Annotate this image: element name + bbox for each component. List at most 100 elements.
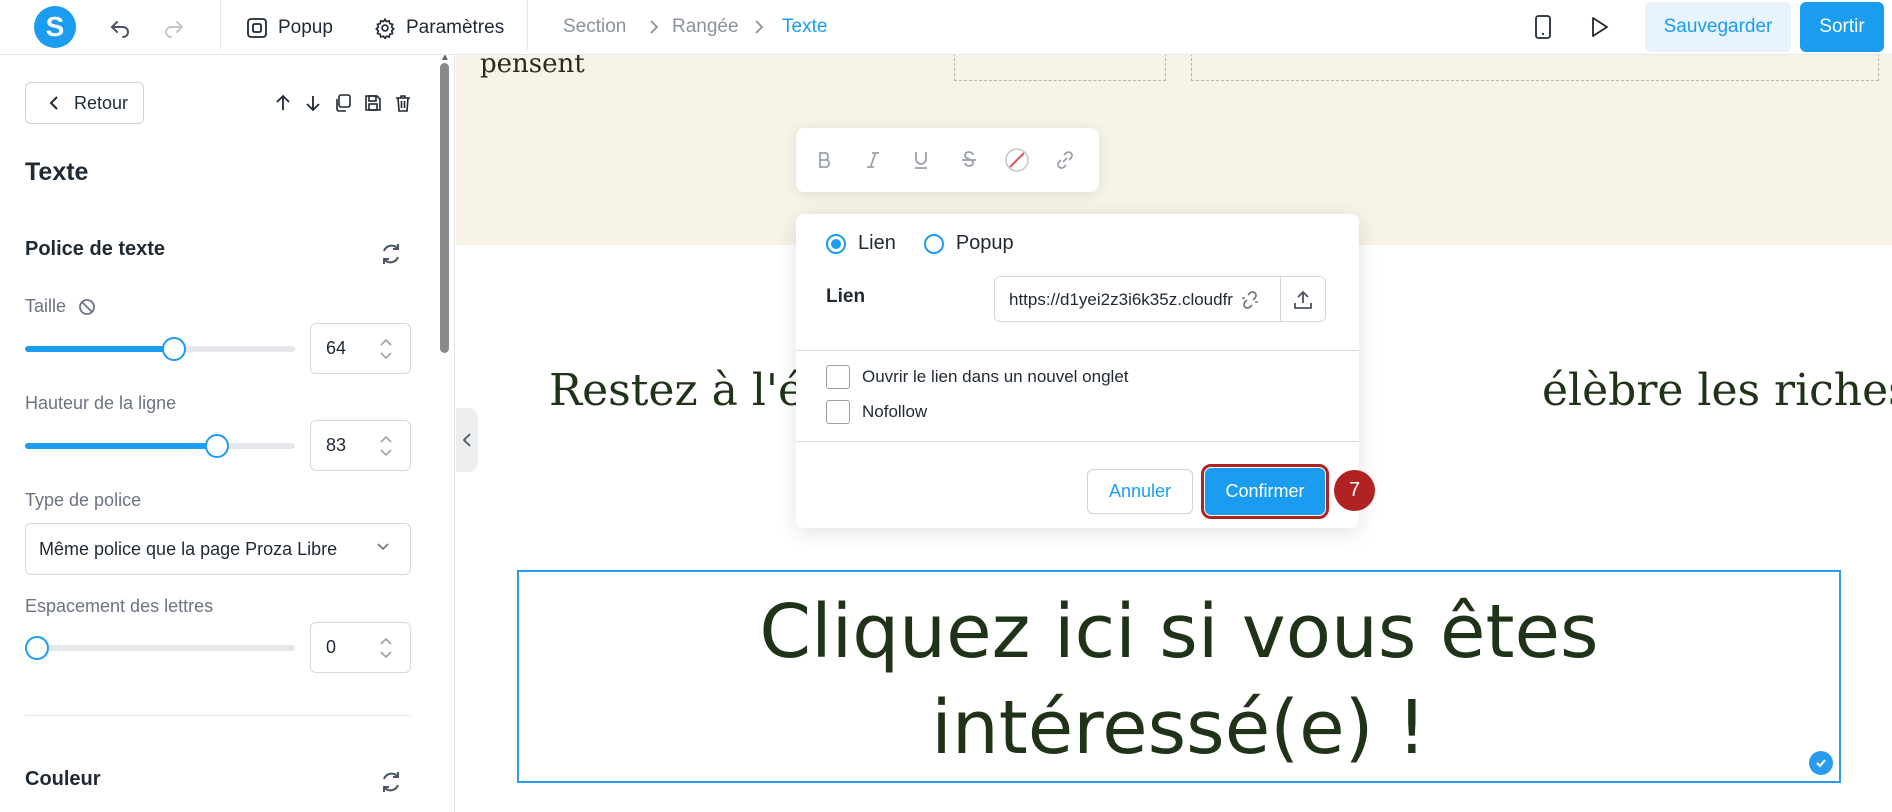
collapse-panel-tab[interactable] [456,408,478,472]
chevron-right-icon [650,20,659,34]
radio-popup-option[interactable]: Popup [923,232,1014,255]
line-height-value: 83 [326,435,347,455]
letter-spacing-slider[interactable] [25,636,295,660]
stepper-icon[interactable] [378,432,394,460]
radio-popup-label: Popup [955,232,1014,254]
size-value: 64 [326,338,347,358]
placeholder-box [954,55,1166,81]
text-format-toolbar [796,128,1099,192]
play-preview-icon[interactable] [1585,13,1613,41]
headline-left: Restez à l'éc [549,365,829,416]
new-tab-checkbox[interactable] [826,365,850,389]
breadcrumb-text[interactable]: Texte [782,16,827,38]
radio-link-label: Lien [858,232,896,254]
font-type-value: Même police que la page Proza Libre [39,538,338,559]
color-section-title: Couleur [25,768,101,790]
new-tab-label: Ouvrir le lien dans un nouvel onglet [862,367,1129,386]
redo-icon[interactable] [160,13,188,41]
font-type-label: Type de police [25,490,142,510]
line-height-slider-handle[interactable] [204,434,229,458]
save-block-icon[interactable] [362,92,384,114]
popup-button[interactable]: Popup [246,14,333,42]
reset-icon[interactable] [378,241,404,267]
scroll-up-arrow[interactable]: ▲ [440,55,450,63]
font-type-select[interactable]: Même police que la page Proza Libre [25,523,411,575]
radio-popup[interactable] [923,233,944,254]
link-field-label: Lien [826,286,866,307]
cta-line-2: intéressé(e) ! [931,685,1427,771]
move-up-icon[interactable] [272,92,294,114]
nofollow-label: Nofollow [862,402,928,421]
chevron-right-icon [755,20,764,34]
new-tab-option[interactable]: Ouvrir le lien dans un nouvel onglet [826,365,1129,389]
line-height-slider[interactable] [25,434,295,458]
link-icon[interactable] [1048,143,1082,177]
top-toolbar: S Popup Paramètres Section Rangée Texte … [0,0,1892,55]
panel-scrollbar[interactable] [440,63,449,353]
link-type-radio-group: Lien Popup [826,232,1014,255]
unlink-icon[interactable] [1239,289,1261,311]
bold-icon[interactable] [808,143,842,177]
popup-button-label: Popup [278,17,333,38]
size-label-text: Taille [25,296,67,316]
cta-line-1: Cliquez ici si vous êtes [759,589,1599,675]
toolbar-divider [220,0,221,50]
size-input[interactable]: 64 [310,323,411,374]
hero-text: pensent [480,55,585,79]
settings-button-label: Paramètres [406,17,505,38]
chevron-down-icon [377,543,389,551]
chevron-left-icon [49,96,58,110]
radio-link[interactable] [826,233,846,254]
stepper-icon[interactable] [378,335,394,363]
line-height-label: Hauteur de la ligne [25,393,177,413]
upload-icon[interactable] [1291,288,1315,312]
placeholder-box [1191,55,1879,81]
breadcrumb-section[interactable]: Section [563,16,626,38]
duplicate-icon[interactable] [332,92,354,114]
stepper-icon[interactable] [378,634,394,662]
dialog-divider [796,350,1359,351]
cta-text[interactable]: Cliquez ici si vous êtes intéressé(e) ! [519,584,1839,776]
url-value[interactable]: https://d1yei2z3i6k35z.cloudfront.net/ [1009,290,1233,310]
settings-panel: Retour Texte Police de texte Taille 64 H… [0,55,455,812]
underline-icon[interactable] [904,143,938,177]
letter-spacing-input[interactable]: 0 [310,622,411,673]
app-logo[interactable]: S [34,6,76,48]
save-button[interactable]: Sauvegarder [1645,2,1791,52]
popup-icon [247,18,267,38]
mobile-preview-icon[interactable] [1529,13,1557,41]
undo-icon[interactable] [106,13,134,41]
strikethrough-icon[interactable] [952,143,986,177]
back-button-label: Retour [74,92,129,113]
size-slider[interactable] [25,337,295,361]
dialog-divider [796,441,1359,442]
element-actions [272,92,414,114]
trash-icon[interactable] [392,92,414,114]
gear-icon [375,17,395,39]
section-divider [25,715,411,716]
url-input[interactable]: https://d1yei2z3i6k35z.cloudfront.net/ [994,276,1326,322]
check-icon[interactable] [1809,751,1833,775]
exit-button[interactable]: Sortir [1800,2,1884,52]
cancel-button[interactable]: Annuler [1087,469,1193,514]
step-marker: 7 [1334,470,1375,511]
confirm-button[interactable]: Confirmer [1201,464,1329,519]
breadcrumb-row[interactable]: Rangée [672,16,739,38]
text-color-icon[interactable] [1000,143,1034,177]
nofollow-option[interactable]: Nofollow [826,400,927,424]
line-height-input[interactable]: 83 [310,420,411,471]
reset-icon[interactable] [378,769,404,795]
move-down-icon[interactable] [302,92,324,114]
radio-link-option[interactable]: Lien [826,232,896,255]
toolbar-divider [527,0,528,50]
size-label: Taille [25,296,96,317]
size-slider-handle[interactable] [161,337,186,361]
italic-icon[interactable] [856,143,890,177]
selected-text-block[interactable]: Cliquez ici si vous êtes intéressé(e) ! [517,570,1841,783]
no-responsive-icon[interactable] [78,298,96,316]
letter-spacing-slider-handle[interactable] [25,636,49,660]
nofollow-checkbox[interactable] [826,400,850,424]
headline-right: élèbre les richesses de [1542,365,1892,416]
settings-button[interactable]: Paramètres [374,14,504,42]
back-button[interactable]: Retour [25,82,144,124]
